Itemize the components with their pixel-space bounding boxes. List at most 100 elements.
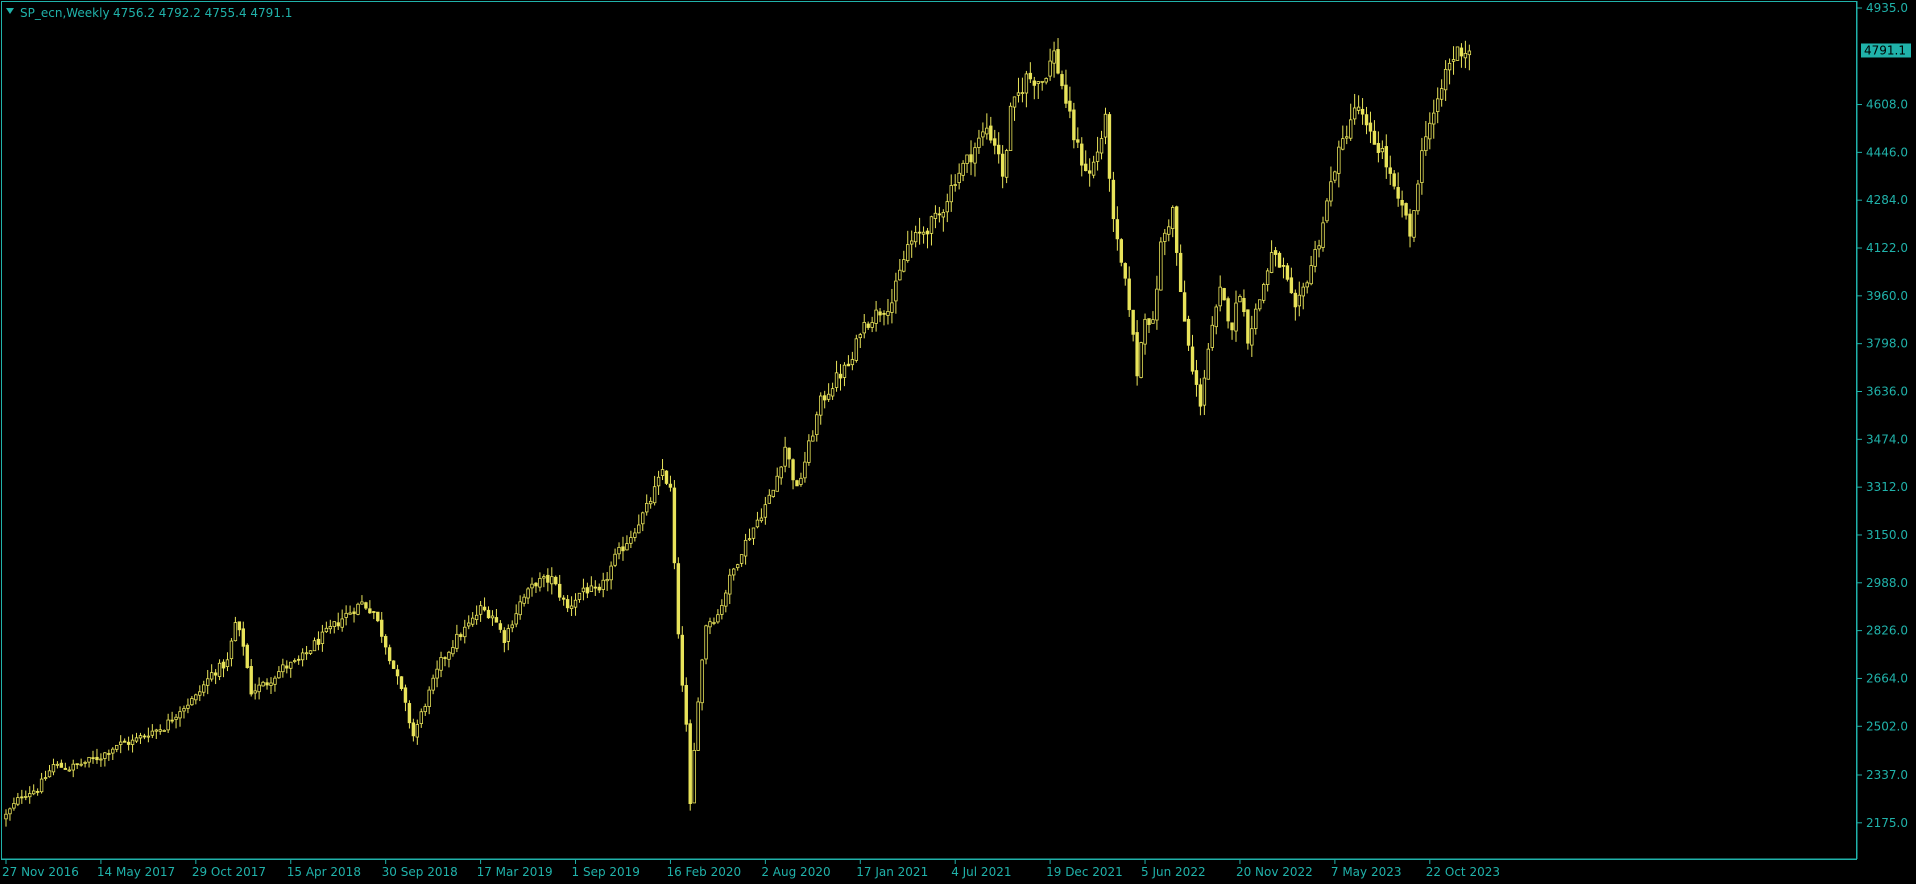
y-tick-label: 2502.0 [1866,719,1908,733]
candle-body [87,756,91,763]
candle-body [641,512,645,525]
x-tick-label: 1 Sep 2019 [572,865,640,879]
candle-body [1226,298,1230,322]
candle-body [953,184,957,186]
candle-body [660,469,665,476]
candle-body [937,213,942,216]
candle-body [1036,81,1040,84]
candle-body [1020,92,1025,94]
candle-body [1281,265,1286,267]
candle-body [763,504,768,518]
candle-body [1052,50,1056,64]
candle-body [799,477,803,485]
candle-body [1230,322,1234,331]
candle-body [1178,252,1183,293]
candle-body [482,606,487,611]
candle-body [316,638,321,645]
candle-body [957,172,961,184]
candle-body [846,363,851,367]
candle-body [118,741,123,745]
candle-body [241,628,245,647]
candle-body [83,761,87,764]
price-chart[interactable]: SP_ecn,Weekly 4756.2 4792.2 4755.4 4791.… [0,0,1916,884]
candle-body [407,703,412,724]
candle-body [399,676,404,690]
candle-body [1408,213,1412,237]
candle-body [43,777,48,779]
candle-body [277,671,281,679]
candle-body [1420,150,1424,183]
candle-body [1447,62,1452,71]
candle-body [134,737,139,742]
candle-body [585,587,590,594]
candle-body [186,704,190,709]
candle-body [47,770,52,778]
candle-body [383,636,388,648]
candle-body [1186,318,1191,346]
candle-body [712,622,716,624]
candle-body [530,583,534,589]
candle-body [1459,47,1464,57]
candle-body [249,666,253,695]
y-tick-label: 2175.0 [1866,816,1908,830]
candle-body [676,563,681,635]
candle-body [419,711,423,724]
candle-body [237,621,242,631]
candle-body [830,388,835,397]
y-tick-label: 2988.0 [1866,576,1908,590]
candle-body [1234,302,1238,332]
candle-body [941,212,946,218]
candle-body [324,627,329,633]
chart-background [0,0,1916,884]
candle-body [878,311,882,316]
candle-body [1352,107,1357,120]
x-tick-label: 19 Dec 2021 [1046,865,1123,879]
candle-body [1455,46,1460,61]
candle-body [146,735,151,738]
candle-body [811,435,815,442]
candle-body [1360,108,1365,115]
candle-body [289,661,293,669]
candle-body [368,608,372,614]
candle-body [1091,161,1096,176]
candle-body [79,763,83,766]
candle-body [1341,138,1345,150]
candle-body [1412,210,1416,238]
candle-body [1194,370,1199,385]
candle-body [459,634,463,638]
candle-body [39,778,44,793]
candle-body [573,599,578,608]
candle-body [387,647,392,662]
candle-body [206,678,210,686]
candle-body [534,582,538,587]
candle-body [443,657,447,659]
candle-body [1103,113,1108,138]
candle-body [961,162,965,176]
y-tick-label: 3150.0 [1866,528,1908,542]
candle-body [1463,52,1468,59]
candle-body [1333,171,1337,181]
candle-body [1167,226,1171,235]
candle-body [546,574,550,583]
candle-body [138,735,143,739]
y-tick-label: 3798.0 [1866,337,1908,351]
candle-body [1238,295,1242,303]
candle-body [1131,309,1135,335]
candle-body [1337,146,1341,174]
x-tick-label: 20 Nov 2022 [1236,865,1313,879]
candle-body [767,494,772,504]
candle-body [554,576,558,585]
candle-body [1321,222,1325,248]
candle-body [103,752,107,759]
candle-body [91,757,95,760]
candle-body [1182,292,1187,322]
candle-body [281,664,285,673]
candle-body [906,244,910,261]
x-tick-label: 14 May 2017 [97,865,175,879]
candle-body [1313,249,1317,267]
candle-body [348,612,352,615]
candle-body [692,749,696,804]
candle-body [510,624,514,629]
candle-body [645,502,649,513]
candle-body [126,741,131,745]
